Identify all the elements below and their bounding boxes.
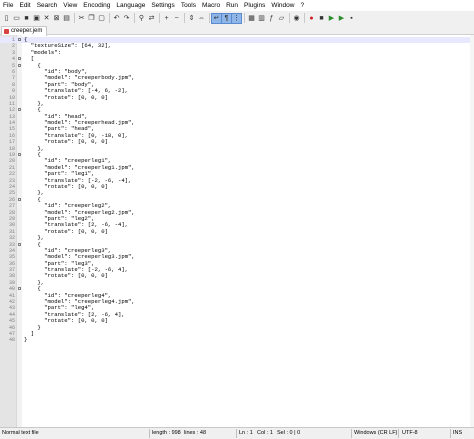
fold-toggle-icon[interactable] <box>18 287 21 291</box>
text-editor[interactable]: 1{2 "textureSize": [64, 32], 3 "models": 4… <box>0 35 470 427</box>
fold-toggle-icon[interactable] <box>18 242 21 246</box>
replace-icon[interactable]: ⇄ <box>147 14 156 23</box>
close-icon[interactable]: ✕ <box>42 14 51 23</box>
cut-icon[interactable]: ✂ <box>77 14 86 23</box>
udl-icon[interactable]: ▦ <box>247 14 256 23</box>
status-sel: Sel : 0 | 0 <box>277 430 301 436</box>
status-divider <box>398 429 399 438</box>
menu-macro[interactable]: Macro <box>199 0 223 11</box>
undo-icon[interactable]: ↶ <box>112 14 121 23</box>
all-chars-icon[interactable]: ¶ <box>221 12 232 24</box>
fold-toggle-icon[interactable] <box>18 38 21 41</box>
stop-macro-icon[interactable]: ■ <box>317 14 326 23</box>
status-length: length : 998 <box>152 430 181 436</box>
new-file-icon[interactable]: ▯ <box>2 14 11 23</box>
status-eol[interactable]: Windows (CR LF) <box>354 428 397 439</box>
status-divider <box>236 429 237 438</box>
zoom-in-icon[interactable]: + <box>162 14 171 23</box>
toolbar-separator <box>109 13 110 23</box>
save-macro-icon[interactable]: ▪ <box>347 14 356 23</box>
monitor-icon[interactable]: ◉ <box>292 14 301 23</box>
menu-edit[interactable]: Edit <box>16 0 33 11</box>
menu-settings[interactable]: Settings <box>148 0 178 11</box>
toolbar-separator <box>289 13 290 23</box>
menu-view[interactable]: View <box>60 0 80 11</box>
fold-toggle-icon[interactable] <box>18 197 21 201</box>
status-divider <box>450 429 451 438</box>
menu-window[interactable]: Window <box>268 0 297 11</box>
menu-search[interactable]: Search <box>34 0 61 11</box>
status-col: Col : 1 <box>257 430 273 436</box>
status-lines: lines : 48 <box>184 430 207 436</box>
find-icon[interactable]: ⚲ <box>137 14 146 23</box>
sync-h-icon[interactable]: ⇔ <box>197 14 206 23</box>
fold-toggle-icon[interactable] <box>18 153 21 157</box>
toolbar-separator <box>134 13 135 23</box>
menu-language[interactable]: Language <box>113 0 148 11</box>
menu-tools[interactable]: Tools <box>178 0 199 11</box>
status-insert-mode[interactable]: INS <box>453 428 462 439</box>
function-list-icon[interactable]: ƒ <box>267 14 276 23</box>
copy-icon[interactable]: ❐ <box>87 14 96 23</box>
saved-file-icon <box>4 29 9 34</box>
paste-icon[interactable]: ▢ <box>97 14 106 23</box>
vertical-scrollbar[interactable] <box>470 35 474 427</box>
zoom-out-icon[interactable]: − <box>172 14 181 23</box>
editor-line[interactable]: 48} <box>0 336 470 344</box>
open-file-icon[interactable]: ▭ <box>12 14 21 23</box>
sync-v-icon[interactable]: ⇕ <box>187 14 196 23</box>
toolbar: ▯ ▭ ■ ▣ ✕ ⊠ ▤ ✂ ❐ ▢ ↶ ↷ ⚲ ⇄ + − ⇕ ⇔ ↵ ¶ ⋮ ▦ ▥ ƒ ▱ ◉ ● ■ ▶ ▶ ▪ <box>0 11 474 25</box>
toolbar-separator <box>159 13 160 23</box>
redo-icon[interactable]: ↷ <box>122 14 131 23</box>
status-encoding[interactable]: UTF-8 <box>402 428 418 439</box>
tab-bar: creeper.jem <box>0 25 474 36</box>
save-icon[interactable]: ■ <box>22 14 31 23</box>
toolbar-separator <box>74 13 75 23</box>
close-all-icon[interactable]: ⊠ <box>52 14 61 23</box>
folder-workspace-icon[interactable]: ▱ <box>277 14 286 23</box>
doc-map-icon[interactable]: ▥ <box>257 14 266 23</box>
editor-lines: 1{2 "textureSize": [64, 32], 3 "models": 4… <box>0 36 470 344</box>
toolbar-separator <box>244 13 245 23</box>
record-macro-icon[interactable]: ● <box>307 14 316 23</box>
menu-plugins[interactable]: Plugins <box>241 0 268 11</box>
menu-help[interactable]: ? <box>297 0 307 11</box>
print-icon[interactable]: ▤ <box>62 14 71 23</box>
toolbar-separator <box>184 13 185 23</box>
save-all-icon[interactable]: ▣ <box>32 14 41 23</box>
status-divider <box>351 429 352 438</box>
menu-run[interactable]: Run <box>223 0 241 11</box>
indent-guide-icon[interactable]: ⋮ <box>231 12 242 24</box>
menu-encoding[interactable]: Encoding <box>80 0 113 11</box>
status-ln: Ln : 1 <box>239 430 253 436</box>
line-text: } <box>24 336 28 344</box>
wrap-icon[interactable]: ↵ <box>211 12 222 24</box>
fold-toggle-icon[interactable] <box>18 63 21 67</box>
run-macro-multiple-icon[interactable]: ▶ <box>337 14 346 23</box>
menu-file[interactable]: File <box>0 0 16 11</box>
toolbar-separator <box>304 13 305 23</box>
fold-toggle-icon[interactable] <box>18 108 21 112</box>
line-number: 48 <box>8 337 15 344</box>
status-divider <box>149 429 150 438</box>
fold-toggle-icon[interactable] <box>18 57 21 61</box>
menu-bar: File Edit Search View Encoding Language Settin… <box>0 0 474 11</box>
status-file-type: Normal text file <box>2 430 39 436</box>
play-macro-icon[interactable]: ▶ <box>327 14 336 23</box>
toolbar-separator <box>209 13 210 23</box>
status-bar: Normal text file length : 998 lines : 48… <box>0 427 474 439</box>
